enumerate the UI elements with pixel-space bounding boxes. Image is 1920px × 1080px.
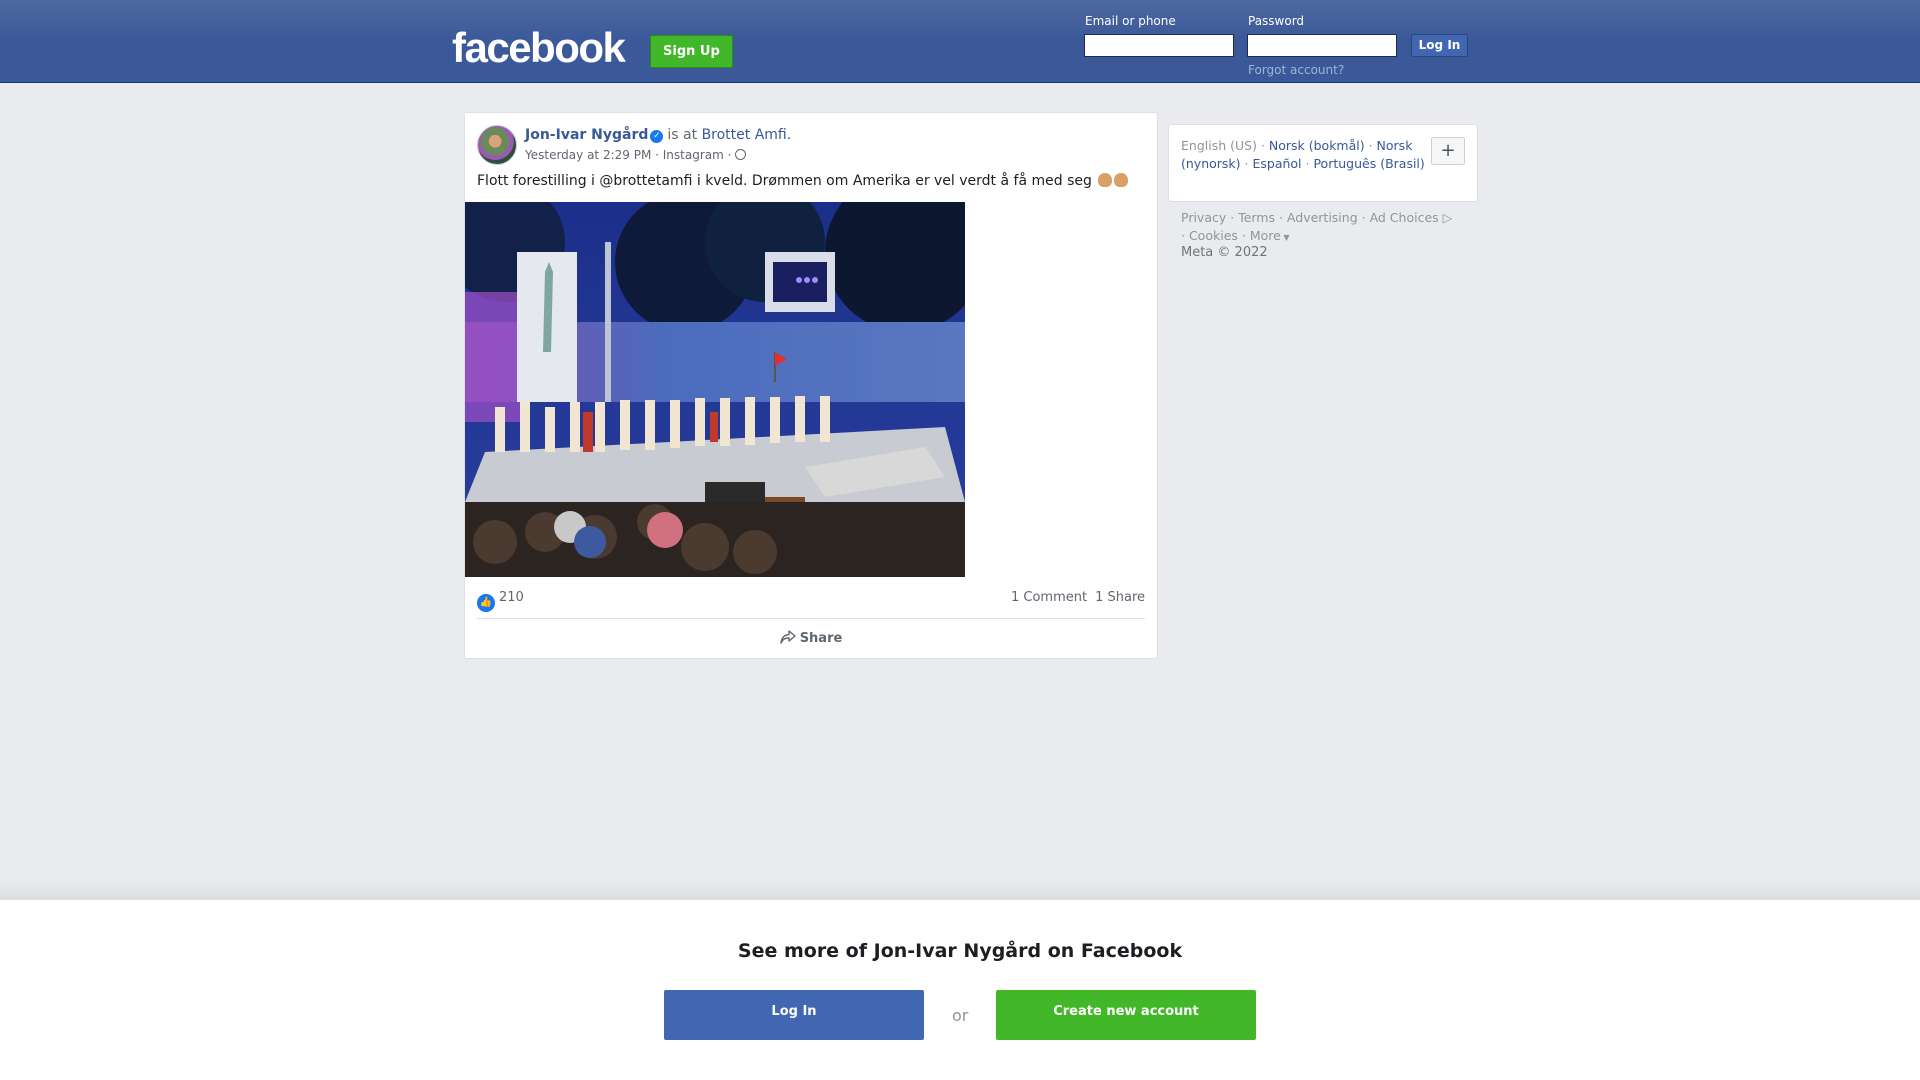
footer-link[interactable]: Privacy [1181,210,1226,225]
signup-prompt-banner: See more of Jon-Ivar Nygård on Facebook … [0,900,1920,1080]
share-count[interactable]: 1 Share [1095,590,1145,605]
more-languages-button[interactable]: + [1431,137,1465,165]
share-label: Share [799,631,843,646]
avatar[interactable] [477,125,517,165]
password-input[interactable] [1247,34,1397,57]
language-link[interactable]: Português (Brasil) [1313,156,1424,171]
see-more-heading: See more of Jon-Ivar Nygård on Facebook [737,940,1183,962]
create-account-button[interactable]: Create new account [996,990,1256,1040]
footer-link[interactable]: Ad Choices [1370,210,1439,225]
or-separator: or [952,1006,969,1025]
like-icon: 👍 [477,594,495,612]
engagement-counts: 1 Comment 1 Share [1011,590,1145,605]
header-login-button[interactable]: Log In [1411,34,1468,57]
globe-icon [735,149,747,160]
like-count: 210 [499,590,524,605]
sign-up-button[interactable]: Sign Up [650,35,733,68]
email-input[interactable] [1084,34,1234,57]
post-text: Flott forestilling i @brottetamfi i kvel… [477,173,1129,189]
author-name[interactable]: Jon-Ivar Nygård [525,127,648,143]
share-button[interactable]: Share [465,630,1157,646]
language-selector: English (US) · Norsk (bokmål) · Norsk (n… [1168,124,1478,202]
post-header: Jon-Ivar Nygård ✓ is at Brottet Amfi. [525,127,791,143]
reactions-summary[interactable]: 👍 210 [477,590,524,612]
clapping-hands-icon [1098,173,1113,187]
footer-link[interactable]: Terms [1238,210,1275,225]
post-card: Jon-Ivar Nygård ✓ is at Brottet Amfi. Yest… [464,112,1158,659]
top-navigation-bar: facebook Sign Up Email or phone Password… [0,0,1920,83]
language-link[interactable]: Español [1252,156,1301,171]
facebook-logo[interactable]: facebook [452,22,626,74]
timestamp[interactable]: Yesterday at 2:29 PM [525,148,651,162]
footer-link[interactable]: Cookies [1189,228,1238,243]
share-arrow-icon [779,630,796,644]
copyright: Meta © 2022 [1181,245,1268,260]
email-label: Email or phone [1085,14,1176,28]
post-text-body: Flott forestilling i @brottetamfi i kvel… [477,173,1092,189]
bottom-shadow [0,880,1920,900]
footer-links: Privacy · Terms · Advertising · Ad Choic… [1181,210,1453,243]
language-link[interactable]: Norsk (bokmål) [1269,138,1365,153]
is-at-text: is at [667,127,698,143]
banner-login-button[interactable]: Log In [664,990,924,1040]
divider [477,618,1145,619]
caret-down-icon: ▼ [1280,233,1290,242]
current-language: English (US) [1181,138,1257,153]
footer-link[interactable]: Advertising [1287,210,1358,225]
footer-link[interactable]: More [1250,228,1281,243]
ad-choices-icon: ▷ [1438,210,1453,225]
post-photo[interactable] [465,202,965,577]
verified-badge-icon: ✓ [650,130,664,143]
password-label: Password [1248,14,1305,28]
forgot-account-link[interactable]: Forgot account? [1248,63,1344,77]
place-link[interactable]: Brottet Amfi. [702,127,792,143]
post-meta: Yesterday at 2:29 PM · Instagram · [525,148,747,162]
clapping-hands-icon [1114,173,1129,187]
post-source: Instagram [662,148,724,162]
comment-count[interactable]: 1 Comment [1011,590,1087,605]
